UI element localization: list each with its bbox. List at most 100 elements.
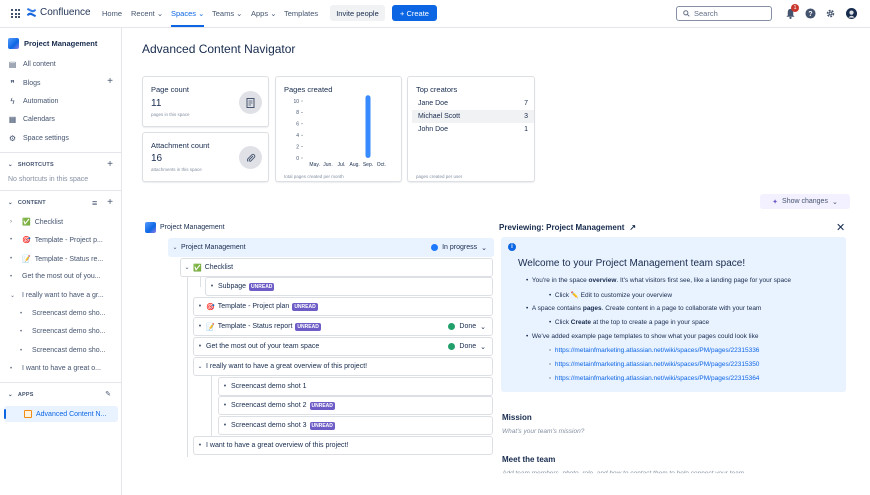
active-nav-indicator <box>171 25 204 27</box>
sidebar-app-advanced-content-navigator[interactable]: Advanced Content N... <box>24 410 106 418</box>
info-link-item: ◦ https://metainfmarketing.atlassian.net… <box>549 361 760 368</box>
space-avatar <box>145 222 156 233</box>
tree-node-status-report[interactable]: • 📝 Template - Status report UNREAD Done ⌄ <box>193 317 493 336</box>
app-switcher-icon[interactable] <box>11 9 20 18</box>
nav-teams[interactable]: Teams ⌄ <box>212 9 242 18</box>
help-icon[interactable]: ? <box>805 8 816 19</box>
nav-spaces[interactable]: Spaces ⌄ <box>171 9 204 18</box>
confluence-logo[interactable]: Confluence <box>26 7 91 18</box>
svg-text:?: ? <box>808 11 812 18</box>
mission-text: What's your team's mission? <box>502 428 585 435</box>
apps-section-header[interactable]: ⌄ APPS <box>8 392 34 398</box>
sparkle-icon: ✦ <box>772 198 779 206</box>
sidebar-item-all-content[interactable]: ▤ All content <box>8 60 56 69</box>
y-tick-label: 8 <box>296 110 299 116</box>
status-dropdown[interactable]: In progress ⌄ <box>431 244 487 252</box>
tree-node-checklist[interactable]: ⌄ ✅ Checklist <box>180 258 493 277</box>
bullet-icon: • <box>198 343 202 350</box>
tree-node-screencast-2[interactable]: • Screencast demo shot 2 UNREAD <box>218 396 493 415</box>
bullet-icon: • <box>10 365 13 372</box>
tree-connector <box>200 277 201 287</box>
tree-node-overview-project[interactable]: ⌄ I really want to have a great overview … <box>193 357 493 376</box>
sidebar-tree-item[interactable]: • Screencast demo sho... <box>20 347 106 354</box>
sidebar-tree-item[interactable]: • Get the most out of you... <box>10 273 101 280</box>
tree-node-screencast-3[interactable]: • Screencast demo shot 3 UNREAD <box>218 416 493 435</box>
memo-emoji-icon: 📝 <box>206 323 215 331</box>
tree-node-screencast-1[interactable]: • Screencast demo shot 1 <box>218 377 493 396</box>
bullet-icon: • <box>198 303 202 310</box>
sidebar-item-space-settings[interactable]: ⚙ Space settings <box>8 134 69 143</box>
open-external-icon[interactable]: ↗ <box>629 223 636 232</box>
search-input[interactable]: Search <box>676 6 772 21</box>
nav-templates[interactable]: Templates <box>284 9 318 18</box>
bullet-icon: • <box>10 273 13 280</box>
x-tick-label: Jun. <box>323 162 332 168</box>
divider <box>0 152 122 153</box>
nav-apps[interactable]: Apps ⌄ <box>251 9 276 18</box>
add-blog-icon[interactable]: + <box>107 76 113 87</box>
x-tick-label: Jul. <box>337 162 345 168</box>
sidebar-item-blogs[interactable]: ❞ Blogs <box>8 79 40 88</box>
user-avatar[interactable] <box>846 8 857 19</box>
chevron-down-icon: ⌄ <box>184 265 190 271</box>
template-link[interactable]: https://metainfmarketing.atlassian.net/w… <box>555 347 760 354</box>
chart-bar[interactable] <box>365 95 371 158</box>
edit-pencil-icon[interactable]: ✎ <box>105 390 111 398</box>
chevron-down-icon: ⌄ <box>10 293 16 299</box>
add-shortcut-icon[interactable]: + <box>107 159 113 170</box>
sidebar-tree-item[interactable]: › ✅ Checklist <box>10 218 63 227</box>
unread-badge: UNREAD <box>309 401 335 410</box>
tree-node-project-plan[interactable]: • 🎯 Template - Project plan UNREAD <box>193 297 493 316</box>
nav-home[interactable]: Home <box>102 9 122 18</box>
bullet-icon: • <box>10 237 13 243</box>
bullet-icon: • <box>223 402 227 409</box>
calendar-icon: ▦ <box>8 115 17 124</box>
sidebar-tree-item[interactable]: ⌄ I really want to have a gr... <box>10 292 104 299</box>
tree-node-subpage[interactable]: • Subpage UNREAD <box>205 277 493 296</box>
tree-root[interactable]: Project Management <box>143 218 343 237</box>
unread-badge: UNREAD <box>309 421 335 430</box>
space-header[interactable]: Project Management <box>8 38 97 49</box>
card-title: Attachment count <box>151 141 210 150</box>
status-dropdown[interactable]: Done ⌄ <box>448 323 486 331</box>
team-text: Add team members, photo, role, and how t… <box>502 470 745 477</box>
bullet-icon: • <box>210 283 214 290</box>
info-sub-bullet: • Click Create at the top to create a pa… <box>549 319 710 326</box>
bullet-icon: • <box>223 383 227 390</box>
close-preview-icon[interactable]: ✕ <box>836 221 845 234</box>
tree-node-project-management[interactable]: ⌄ Project Management In progress ⌄ <box>168 238 494 257</box>
nav-recent[interactable]: Recent ⌄ <box>131 9 163 18</box>
status-dot <box>448 343 456 350</box>
pages-created-chart: 10 8 6 4 2 0 May. Jun. Jul. Aug. Sep. Oct. <box>293 95 386 168</box>
sidebar-item-calendars[interactable]: ▦ Calendars <box>8 115 55 124</box>
sidebar-item-automation[interactable]: ϟ Automation <box>8 97 58 106</box>
shortcuts-section-header[interactable]: ⌄ SHORTCUTS <box>8 162 54 168</box>
create-button[interactable]: + Create <box>392 5 437 21</box>
sidebar-tree-item[interactable]: • I want to have a great o... <box>10 365 101 372</box>
sidebar-tree-item[interactable]: • 📝 Template - Status re... <box>10 255 103 264</box>
y-tick-label: 6 <box>296 122 299 128</box>
search-icon <box>683 10 690 17</box>
settings-gear-icon[interactable] <box>825 8 836 19</box>
y-tick-label: 10 <box>293 99 299 105</box>
show-changes-button[interactable]: ✦ Show changes ⌄ <box>760 194 850 209</box>
main-content: Advanced Content Navigator Page count 11… <box>122 28 870 495</box>
bullet-icon: • <box>20 310 23 317</box>
chevron-down-icon: ⌄ <box>831 198 838 206</box>
invite-people-button[interactable]: Invite people <box>330 5 385 21</box>
sidebar-tree-item[interactable]: • Screencast demo sho... <box>20 328 106 335</box>
template-link[interactable]: https://metainfmarketing.atlassian.net/w… <box>555 361 760 368</box>
template-link[interactable]: https://metainfmarketing.atlassian.net/w… <box>555 375 760 382</box>
info-bullet: • You're in the space overview. It's wha… <box>526 277 792 284</box>
tree-node-get-the-most[interactable]: • Get the most out of your team space Don… <box>193 337 493 356</box>
tree-node-great-overview[interactable]: • I want to have a great overview of this… <box>193 436 493 455</box>
info-title: Welcome to your Project Management team … <box>518 258 746 269</box>
filter-icon[interactable]: ≡ <box>92 198 97 208</box>
add-content-icon[interactable]: + <box>107 197 113 208</box>
sidebar-tree-item[interactable]: • 🎯 Template - Project p... <box>10 236 103 245</box>
status-dropdown[interactable]: Done ⌄ <box>448 343 486 351</box>
target-emoji-icon: 🎯 <box>206 303 215 311</box>
sidebar-tree-item[interactable]: • Screencast demo sho... <box>20 310 106 317</box>
content-section-header[interactable]: ⌄ CONTENT <box>8 200 46 206</box>
x-tick-label: Oct. <box>377 162 386 168</box>
